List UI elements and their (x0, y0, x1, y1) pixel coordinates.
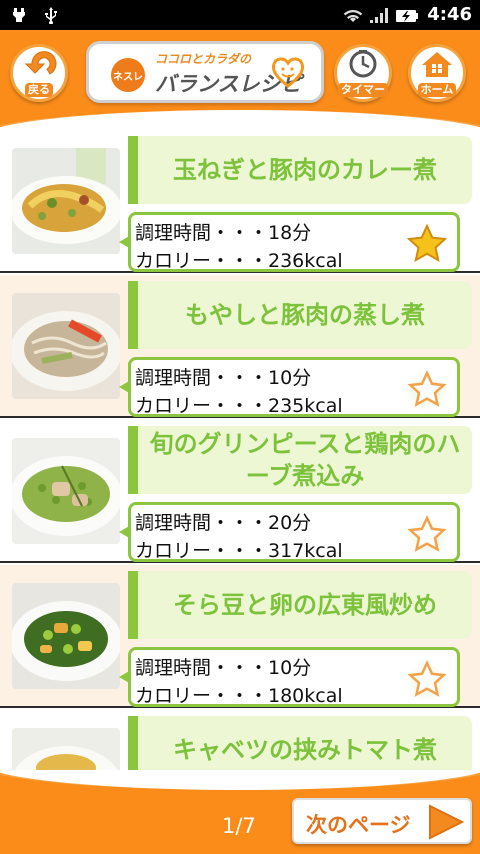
recipe-title-box: 玉ねぎと豚肉のカレー煮 (128, 136, 472, 204)
recipe-info-box: 調理時間・・・20分 カロリー・・・317kcal (119, 502, 460, 562)
page-indicator: 1/7 (222, 814, 256, 838)
calories: カロリー・・・180kcal (135, 685, 343, 707)
back-button-label: 戻る (25, 82, 53, 97)
timer-button-label: タイマー (338, 82, 388, 97)
recipe-info-box: 調理時間・・・18分 カロリー・・・236kcal (119, 212, 460, 272)
nestle-badge: ネスレ (111, 58, 145, 92)
pagination-footer: 1/7 次のページ (0, 770, 480, 854)
app-logo: ネスレ ココロとカラダの バランスレシピ (86, 41, 324, 103)
wifi-icon (343, 6, 363, 24)
recipe-info-box: 調理時間・・・10分 カロリー・・・235kcal (119, 357, 460, 417)
recipe-info-box: 調理時間・・・10分 カロリー・・・180kcal (119, 647, 460, 707)
cooking-time: 調理時間・・・10分 (135, 367, 312, 389)
clock: 4:46 (427, 4, 472, 25)
recipe-title: そら豆と卵の広東風炒め (173, 591, 437, 619)
timer-button[interactable]: タイマー (334, 44, 392, 102)
app-header: 戻る ネスレ ココロとカラダの バランスレシピ タイマー ホーム (0, 30, 480, 130)
usb-icon (10, 6, 28, 24)
home-button-label: ホーム (417, 82, 457, 97)
recipe-title-box: 旬のグリンピースと鶏肉のハーブ煮込み (128, 426, 472, 494)
heart-face-icon (271, 56, 305, 92)
next-page-label: 次のページ (306, 813, 411, 837)
cooking-time: 調理時間・・・18分 (135, 222, 312, 244)
recipe-title: 玉ねぎと豚肉のカレー煮 (173, 156, 437, 184)
recipe-title: キャベツの挟みトマト煮 (173, 736, 437, 764)
back-arrow-icon (20, 50, 58, 82)
recipe-list: 玉ねぎと豚肉のカレー煮 調理時間・・・18分 カロリー・・・236kcal もや… (0, 130, 480, 770)
signal-icon (369, 6, 389, 24)
next-page-button[interactable]: 次のページ (292, 798, 472, 844)
cooking-time: 調理時間・・・20分 (135, 512, 312, 534)
favorite-star-empty-icon[interactable] (407, 369, 447, 409)
recipe-title-box: もやしと豚肉の蒸し煮 (128, 281, 472, 349)
status-bar: 4:46 (0, 0, 480, 30)
recipe-title: 旬のグリンピースと鶏肉のハーブ煮込み (149, 430, 461, 490)
recipe-title: もやしと豚肉の蒸し煮 (185, 301, 425, 329)
home-button[interactable]: ホーム (408, 44, 466, 102)
recipe-row[interactable]: 旬のグリンピースと鶏肉のハーブ煮込み 調理時間・・・20分 カロリー・・・317… (0, 420, 480, 563)
favorite-star-empty-icon[interactable] (407, 659, 447, 699)
recipe-row[interactable]: そら豆と卵の広東風炒め 調理時間・・・10分 カロリー・・・180kcal (0, 565, 480, 708)
recipe-title-box: そら豆と卵の広東風炒め (128, 571, 472, 639)
favorite-star-empty-icon[interactable] (407, 514, 447, 554)
clock-icon (348, 49, 378, 82)
recipe-title-box: キャベツの挟みトマト煮 (128, 716, 472, 770)
battery-charging-icon (395, 6, 419, 24)
recipe-row[interactable]: キャベツの挟みトマト煮 (0, 710, 480, 770)
cooking-time: 調理時間・・・10分 (135, 657, 312, 679)
usb-debug-icon (42, 6, 60, 25)
calories: カロリー・・・235kcal (135, 395, 343, 417)
recipe-photo (12, 583, 120, 689)
recipe-photo (12, 148, 120, 254)
play-arrow-icon (426, 804, 465, 844)
house-icon (420, 50, 454, 82)
logo-tagline: ココロとカラダの (155, 52, 252, 66)
recipe-row[interactable]: 玉ねぎと豚肉のカレー煮 調理時間・・・18分 カロリー・・・236kcal (0, 130, 480, 273)
recipe-photo (12, 438, 120, 544)
back-button[interactable]: 戻る (10, 44, 68, 102)
calories: カロリー・・・317kcal (135, 540, 343, 562)
calories: カロリー・・・236kcal (135, 250, 343, 272)
favorite-star-filled-icon[interactable] (406, 223, 448, 264)
recipe-photo (12, 728, 120, 770)
recipe-photo (12, 293, 120, 399)
recipe-row[interactable]: もやしと豚肉の蒸し煮 調理時間・・・10分 カロリー・・・235kcal (0, 275, 480, 418)
